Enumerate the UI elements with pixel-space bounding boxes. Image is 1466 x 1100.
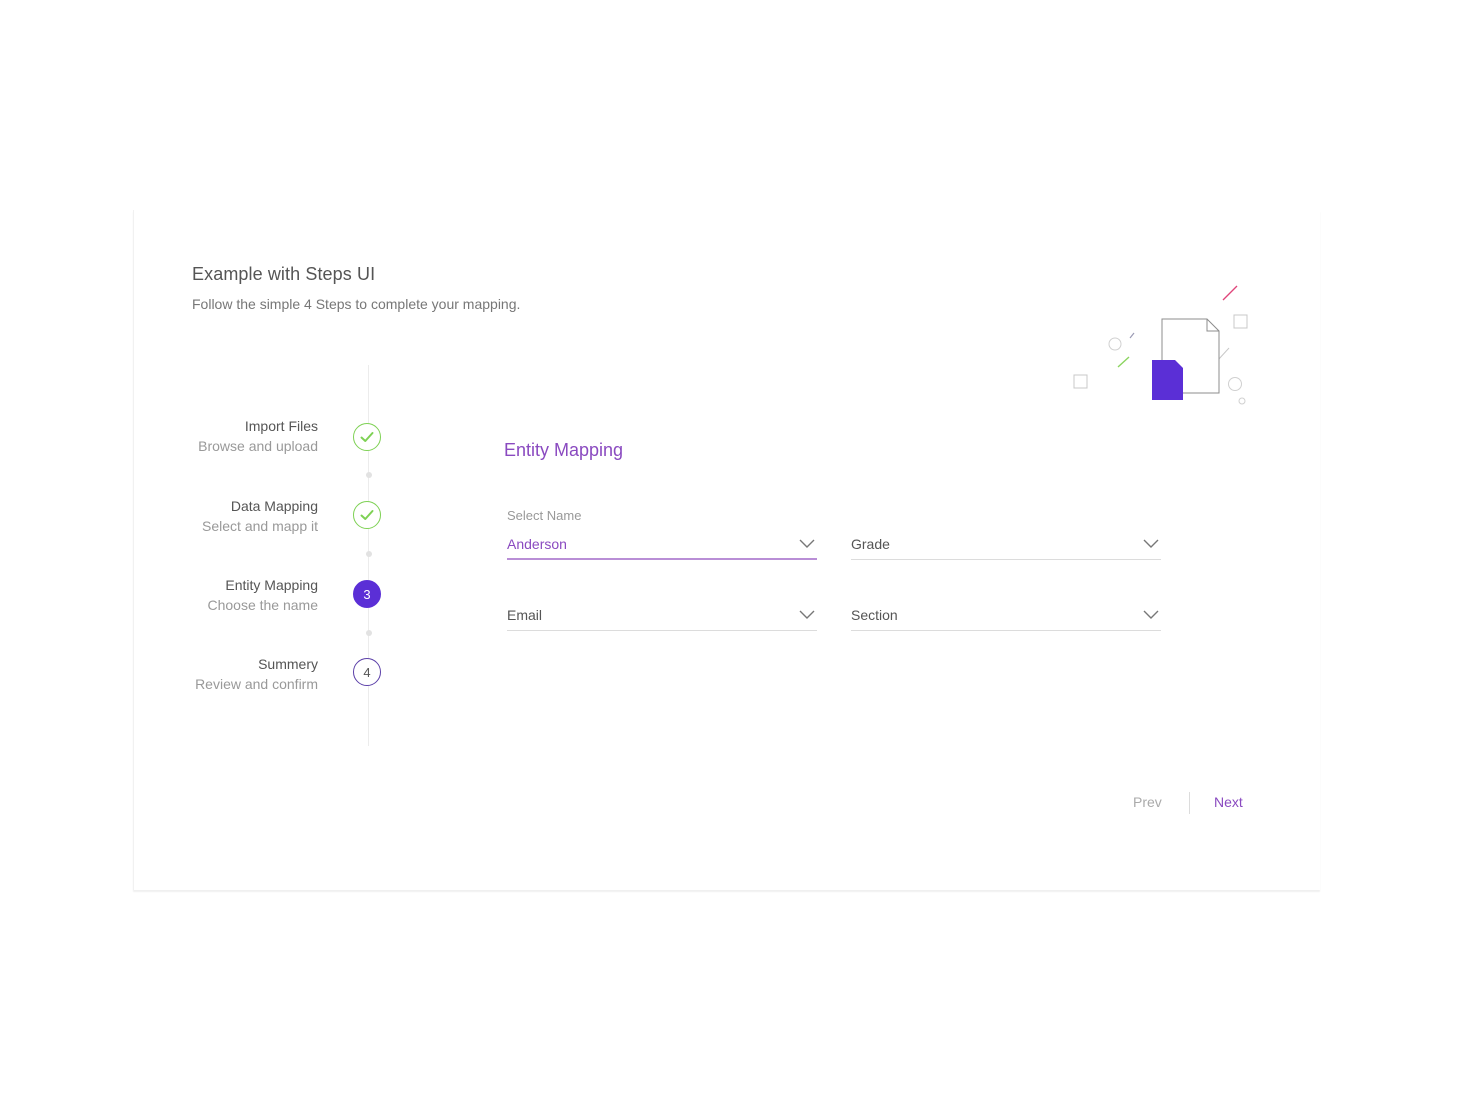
step-connector-dot [366, 551, 372, 557]
email-dropdown[interactable]: Email [507, 601, 817, 631]
field-value: Grade [851, 536, 890, 552]
grade-dropdown[interactable]: Grade [851, 530, 1161, 560]
step-description: Review and confirm [195, 676, 318, 692]
chevron-down-icon [799, 539, 815, 548]
field-value: Section [851, 607, 898, 623]
step-data-mapping[interactable]: Data Mapping Select and mapp it [134, 496, 394, 536]
step-title: Entity Mapping [225, 577, 318, 593]
step-import-files[interactable]: Import Files Browse and upload [134, 416, 394, 456]
step-title: Data Mapping [230, 498, 318, 514]
section-title: Entity Mapping [504, 440, 624, 460]
step-text: Import Files Browse and upload [198, 416, 318, 456]
chevron-down-icon [799, 610, 815, 619]
step-upcoming-marker: 4 [353, 658, 381, 686]
field-value: Email [507, 607, 543, 623]
step-title: Summery [258, 656, 318, 672]
chevron-down-icon [1143, 610, 1159, 619]
field-value: Anderson [507, 536, 567, 552]
step-title: Import Files [244, 418, 318, 434]
section-dropdown[interactable]: Section [851, 601, 1161, 631]
steps-card: Example with Steps UI Follow the simple … [133, 210, 1320, 890]
step-completed-marker [353, 501, 381, 529]
step-completed-marker [353, 423, 381, 451]
step-summery[interactable]: Summery Review and confirm 4 [134, 654, 394, 694]
prev-button[interactable]: Prev [1133, 794, 1162, 810]
step-description: Choose the name [207, 597, 318, 613]
chevron-down-icon [1143, 539, 1159, 548]
document-illustration [1073, 285, 1248, 405]
check-icon [360, 510, 374, 520]
select-name-dropdown[interactable]: Select Name Anderson [507, 508, 817, 560]
field-label: Select Name [507, 508, 582, 523]
page-subtitle: Follow the simple 4 Steps to complete yo… [192, 296, 521, 312]
step-text: Entity Mapping Choose the name [207, 575, 318, 615]
step-text: Data Mapping Select and mapp it [202, 496, 318, 536]
step-text: Summery Review and confirm [195, 654, 318, 694]
nav-divider [1189, 792, 1190, 814]
next-button[interactable]: Next [1214, 794, 1243, 810]
step-description: Select and mapp it [202, 518, 318, 534]
step-entity-mapping[interactable]: Entity Mapping Choose the name 3 [134, 575, 394, 615]
check-icon [360, 432, 374, 442]
step-connector-dot [366, 472, 372, 478]
step-active-marker: 3 [353, 580, 381, 608]
step-description: Browse and upload [198, 438, 318, 454]
step-connector-dot [366, 630, 372, 636]
page-title: Example with Steps UI [192, 264, 376, 284]
